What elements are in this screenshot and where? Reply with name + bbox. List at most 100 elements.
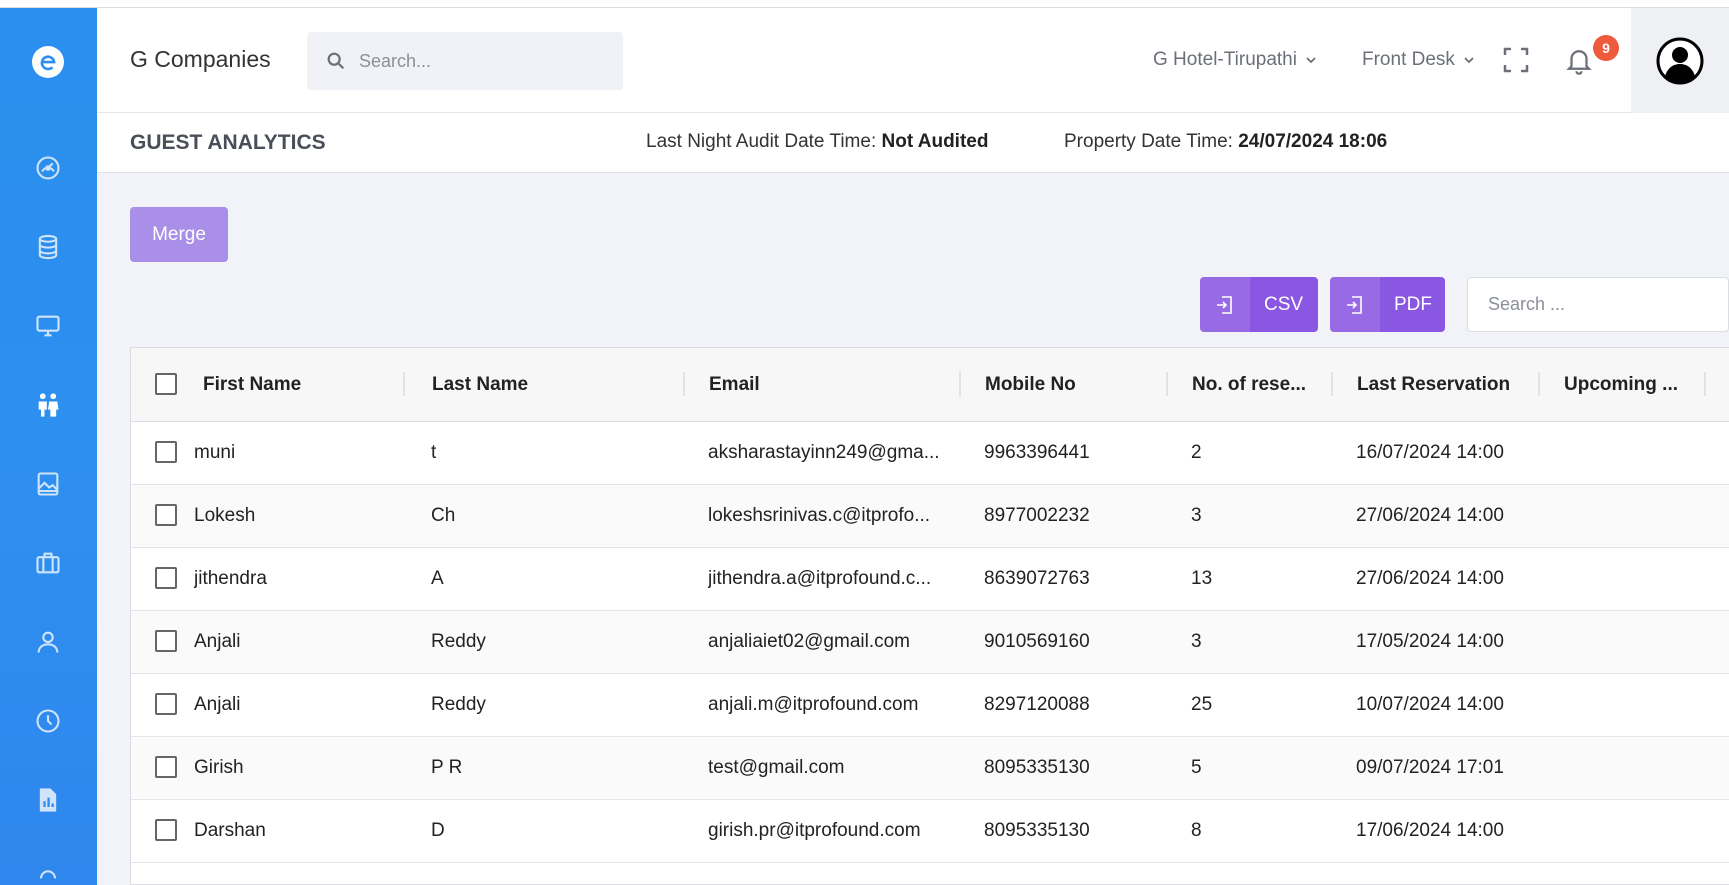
table-header: First Name Last Name Email Mobile No No.…	[131, 348, 1729, 422]
cell-reservation-count: 3	[1191, 631, 1202, 652]
table-row[interactable]: Girish P R test@gmail.com 8095335130 5 09/07/…	[131, 737, 1729, 800]
fullscreen-icon[interactable]	[1502, 46, 1530, 74]
table-row[interactable]: Lokesh Ch lokeshsrinivas.c@itprofo... 89770…	[131, 485, 1729, 548]
cell-first-name: muni	[194, 442, 236, 463]
row-checkbox[interactable]	[155, 567, 177, 589]
property-datetime-info: Property Date Time: 24/07/2024 18:06	[1064, 131, 1387, 153]
export-icon	[1330, 277, 1380, 332]
column-resizer[interactable]	[1704, 372, 1706, 396]
chevron-down-icon	[1306, 57, 1316, 64]
briefcase-icon[interactable]	[30, 545, 66, 581]
column-resizer[interactable]	[1166, 372, 1168, 396]
column-upcoming[interactable]: Upcoming ...	[1564, 374, 1678, 396]
cell-last-reservation: 09/07/2024 17:01	[1356, 757, 1504, 778]
cell-mobile: 8095335130	[984, 757, 1090, 778]
audit-label: Last Night Audit Date Time:	[646, 131, 877, 152]
property-selector[interactable]: G Hotel-Tirupathi	[1153, 49, 1317, 71]
chevron-down-icon	[1464, 57, 1474, 64]
column-resizer[interactable]	[959, 372, 961, 396]
column-resizer[interactable]	[683, 372, 685, 396]
cell-mobile: 8297120088	[984, 694, 1090, 715]
clock-icon[interactable]	[30, 703, 66, 739]
app-logo[interactable]	[32, 46, 64, 78]
cell-reservation-count: 13	[1191, 568, 1213, 589]
cell-last-reservation: 27/06/2024 14:00	[1356, 568, 1504, 589]
cell-mobile: 8639072763	[984, 568, 1090, 589]
cell-last-name: A	[431, 568, 444, 589]
row-checkbox[interactable]	[155, 693, 177, 715]
cell-first-name: Darshan	[194, 820, 266, 841]
cell-last-name: P R	[431, 757, 463, 778]
cell-first-name: Anjali	[194, 631, 241, 652]
property-dt-value: 24/07/2024 18:06	[1238, 131, 1388, 152]
cell-last-reservation: 16/07/2024 14:00	[1356, 442, 1504, 463]
table-search-input[interactable]	[1467, 277, 1729, 332]
column-last-reservation[interactable]: Last Reservation	[1357, 374, 1510, 396]
table-row[interactable]: jithendra Ajithendra.a@itprofound.c... 863…	[131, 548, 1729, 611]
row-checkbox[interactable]	[155, 504, 177, 526]
table-row[interactable]: muni t aksharastayinn249@gma... 9963396441 2…	[131, 422, 1729, 485]
company-name: G Companies	[130, 46, 271, 72]
cell-reservation-count: 8	[1191, 820, 1202, 841]
cell-email: jithendra.a@itprofound.c...	[708, 568, 932, 589]
window-top-border	[0, 0, 1729, 8]
guest-table: First Name Last Name Email Mobile No No.…	[130, 347, 1729, 885]
cell-last-reservation: 17/06/2024 14:00	[1356, 820, 1504, 841]
csv-label: CSV	[1264, 293, 1304, 315]
column-resizer[interactable]	[1538, 372, 1540, 396]
row-checkbox[interactable]	[155, 819, 177, 841]
avatar	[1656, 37, 1704, 84]
role-selector[interactable]: Front Desk	[1362, 49, 1475, 71]
more-icon[interactable]	[30, 858, 66, 885]
cell-reservation-count: 25	[1191, 694, 1213, 715]
user-icon[interactable]	[30, 624, 66, 660]
table-row[interactable]: Anjali Reddy anjaliaiet02@gmail.com 9010569…	[131, 611, 1729, 674]
cell-mobile: 9963396441	[984, 442, 1090, 463]
top-header: G Companies G Hotel-Tirupathi Front Desk…	[97, 8, 1729, 113]
column-mobile[interactable]: Mobile No	[985, 374, 1076, 396]
cell-mobile: 8977002232	[984, 505, 1090, 526]
bell-icon[interactable]	[1564, 45, 1594, 75]
cell-first-name: jithendra	[194, 568, 267, 589]
property-selector-label: G Hotel-Tirupathi	[1153, 49, 1297, 70]
guests-icon[interactable]	[30, 387, 66, 423]
page-title: GUEST ANALYTICS	[130, 131, 326, 154]
row-checkbox[interactable]	[155, 756, 177, 778]
user-menu[interactable]	[1631, 8, 1729, 113]
merge-button[interactable]: Merge	[130, 207, 228, 262]
report-icon[interactable]	[30, 782, 66, 818]
monitor-icon[interactable]	[30, 308, 66, 344]
cell-last-name: Ch	[431, 505, 456, 526]
table-row[interactable]: Darshan Dgirish.pr@itprofound.com 80953351…	[131, 800, 1729, 863]
column-resizer[interactable]	[1331, 372, 1333, 396]
row-checkbox[interactable]	[155, 441, 177, 463]
sidebar	[0, 8, 97, 885]
property-dt-label: Property Date Time:	[1064, 131, 1233, 152]
global-search-input[interactable]	[359, 50, 599, 72]
pdf-label: PDF	[1394, 293, 1432, 315]
column-reservation-count[interactable]: No. of rese...	[1192, 374, 1306, 396]
cell-first-name: Lokesh	[194, 505, 256, 526]
cell-last-reservation: 10/07/2024 14:00	[1356, 694, 1504, 715]
column-resizer[interactable]	[403, 372, 405, 396]
csv-export-button[interactable]: CSV	[1200, 277, 1318, 332]
row-checkbox[interactable]	[155, 630, 177, 652]
cell-email: lokeshsrinivas.c@itprofo...	[708, 505, 931, 526]
cell-email: test@gmail.com	[708, 757, 845, 778]
global-search[interactable]	[307, 32, 623, 90]
dashboard-icon[interactable]	[30, 150, 66, 186]
column-email[interactable]: Email	[709, 374, 760, 396]
cell-first-name: Girish	[194, 757, 244, 778]
page-subheader: GUEST ANALYTICS Last Night Audit Date Ti…	[97, 113, 1729, 173]
select-all-checkbox[interactable]	[155, 373, 177, 395]
column-last-name[interactable]: Last Name	[432, 374, 528, 396]
database-icon[interactable]	[30, 229, 66, 265]
notification-badge: 9	[1593, 35, 1619, 61]
table-row[interactable]: Anjali Reddy anjali.m@itprofound.com 829712…	[131, 674, 1729, 737]
column-first-name[interactable]: First Name	[203, 374, 301, 396]
cell-last-reservation: 27/06/2024 14:00	[1356, 505, 1504, 526]
cell-email: anjaliaiet02@gmail.com	[708, 631, 910, 652]
cell-last-name: Reddy	[431, 631, 486, 652]
gallery-icon[interactable]	[30, 466, 66, 502]
pdf-export-button[interactable]: PDF	[1330, 277, 1445, 332]
